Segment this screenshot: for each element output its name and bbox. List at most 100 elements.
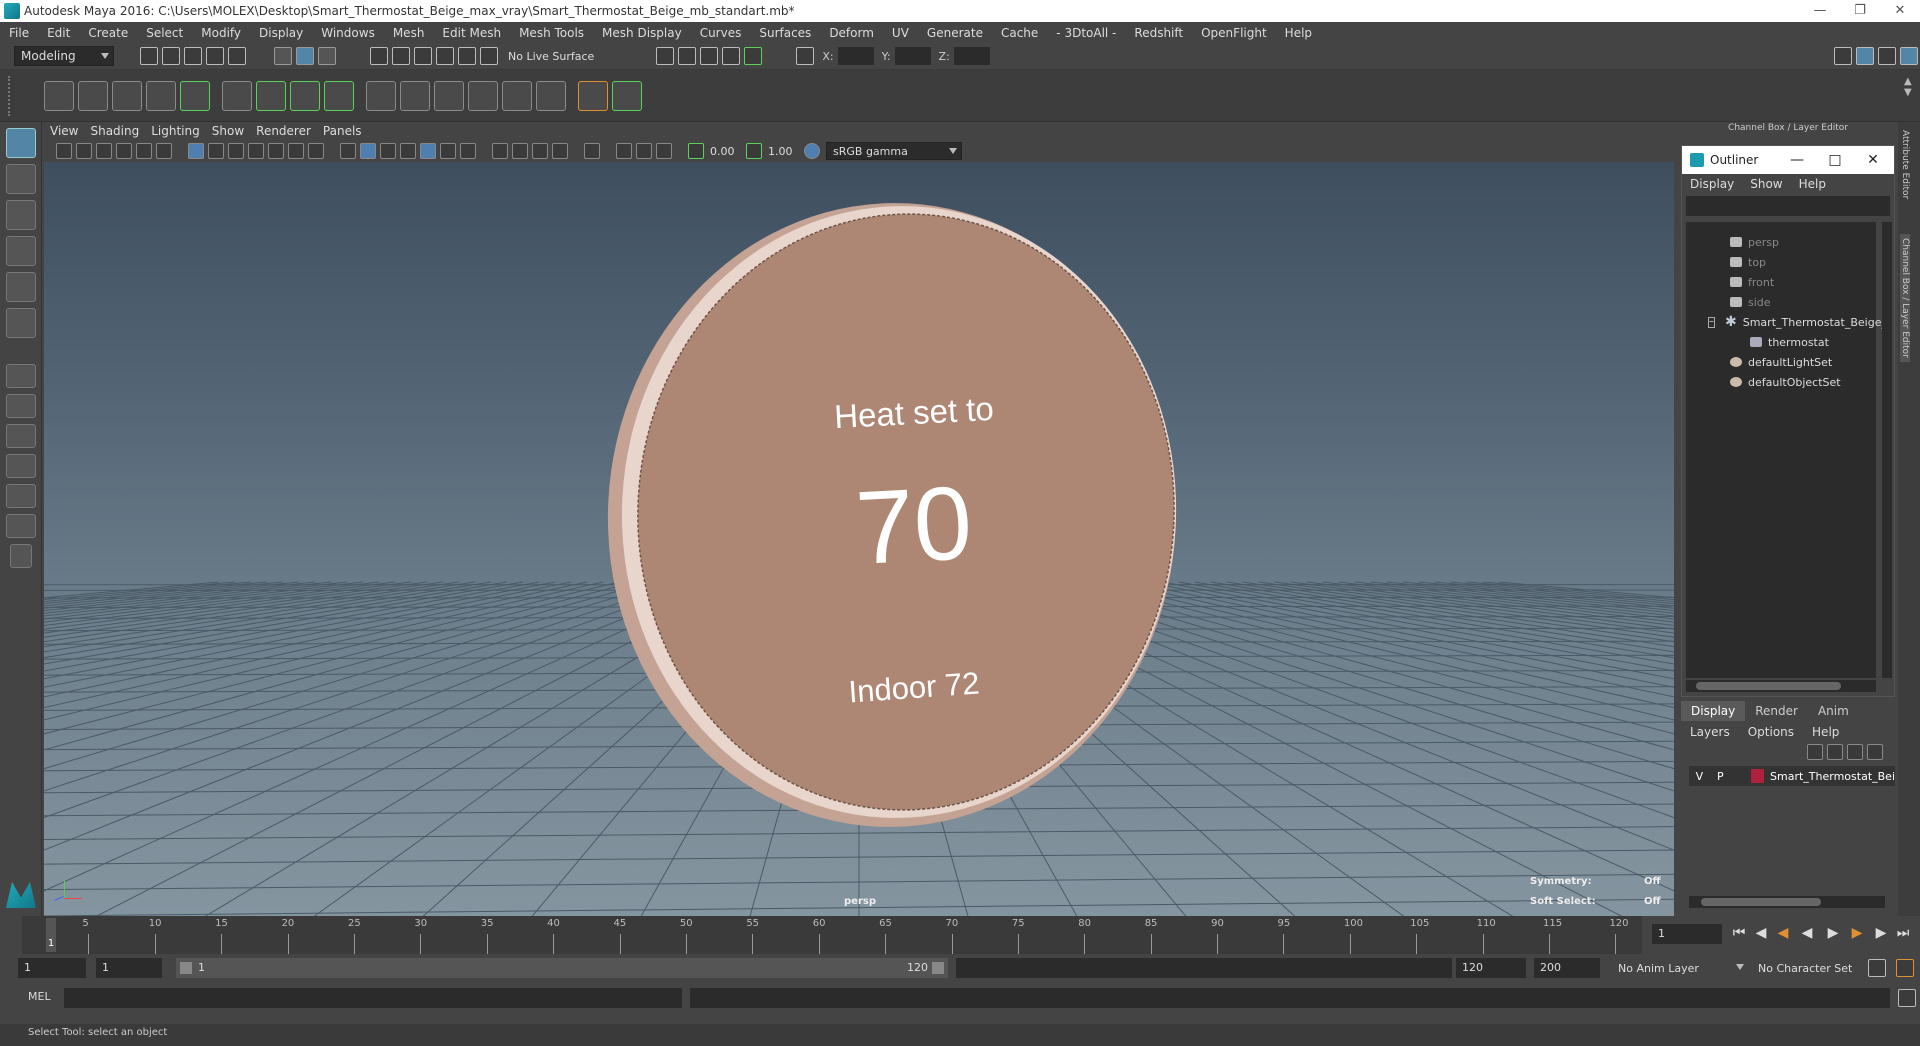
snap-surface-icon[interactable] bbox=[458, 47, 476, 65]
pencil-curve-icon[interactable] bbox=[146, 80, 176, 111]
outliner-item-thermostat[interactable]: thermostat bbox=[1686, 332, 1876, 352]
outliner-vertical-scrollbar[interactable] bbox=[1882, 222, 1892, 678]
command-input[interactable] bbox=[64, 988, 682, 1008]
outliner-maximize-button[interactable]: □ bbox=[1820, 146, 1850, 174]
nurbs-cylinder-icon[interactable] bbox=[324, 80, 354, 111]
depth-of-field-icon[interactable] bbox=[552, 143, 568, 159]
outliner-title-bar[interactable]: Outliner — □ ✕ bbox=[1682, 146, 1894, 174]
safe-title-icon[interactable] bbox=[308, 143, 324, 159]
animation-preferences-icon[interactable] bbox=[1896, 959, 1914, 977]
graph-layout-icon[interactable] bbox=[6, 514, 36, 538]
select-component-icon[interactable] bbox=[318, 47, 336, 65]
layer-color-swatch[interactable] bbox=[1750, 769, 1765, 783]
render-frame-icon[interactable] bbox=[678, 47, 697, 65]
outliner-close-button[interactable]: ✕ bbox=[1858, 146, 1888, 174]
menu-select[interactable]: Select bbox=[137, 26, 192, 40]
multi-cut-icon[interactable] bbox=[536, 80, 566, 111]
menu-surfaces[interactable]: Surfaces bbox=[750, 26, 820, 40]
grid-toggle-icon[interactable] bbox=[188, 143, 204, 159]
exposure-icon[interactable] bbox=[688, 143, 704, 159]
z-field[interactable] bbox=[953, 47, 990, 65]
go-to-end-icon[interactable]: ⏭ bbox=[1896, 926, 1910, 940]
anti-aliasing-icon[interactable] bbox=[532, 143, 548, 159]
xray-joints-icon[interactable] bbox=[656, 143, 672, 159]
maximize-button[interactable]: ❐ bbox=[1840, 0, 1880, 22]
exposure-value[interactable]: 0.00 bbox=[710, 145, 744, 158]
layer-horizontal-scrollbar[interactable] bbox=[1689, 896, 1885, 908]
bevel-icon[interactable] bbox=[434, 80, 464, 111]
menu-3dtoall[interactable]: - 3DtoAll - bbox=[1047, 26, 1125, 40]
step-forward-key-icon[interactable]: ▶ bbox=[1850, 926, 1864, 940]
new-layer-selected-icon[interactable] bbox=[1867, 744, 1883, 760]
scale-tool-icon[interactable] bbox=[6, 308, 36, 338]
character-set-dropdown[interactable]: No Character Set bbox=[1752, 958, 1872, 978]
screen-space-ao-icon[interactable] bbox=[492, 143, 508, 159]
nurbs-plane-icon[interactable] bbox=[222, 80, 252, 111]
menu-windows[interactable]: Windows bbox=[312, 26, 384, 40]
range-end-handle[interactable] bbox=[932, 962, 944, 974]
layer-menu-help[interactable]: Help bbox=[1803, 725, 1848, 739]
film-gate-icon[interactable] bbox=[208, 143, 224, 159]
bookmark-icon[interactable] bbox=[96, 143, 112, 159]
playback-end-field[interactable]: 120 bbox=[1456, 958, 1526, 978]
open-scene-icon[interactable] bbox=[162, 47, 180, 65]
outliner-item-default-object-set[interactable]: defaultObjectSet bbox=[1686, 372, 1876, 392]
viewport-menu-shading[interactable]: Shading bbox=[84, 124, 145, 138]
grease-pencil-icon[interactable] bbox=[156, 143, 172, 159]
scrollbar-thumb[interactable] bbox=[1701, 898, 1821, 906]
layout-menu-icon[interactable] bbox=[10, 544, 32, 568]
perspective-viewport[interactable]: Heat set to 70 Indoor 72 persp Symmetry:… bbox=[44, 162, 1674, 916]
menu-create[interactable]: Create bbox=[79, 26, 137, 40]
menu-mesh-tools[interactable]: Mesh Tools bbox=[510, 26, 593, 40]
layer-row[interactable]: V P Smart_Thermostat_Bei bbox=[1689, 766, 1895, 786]
select-hierarchy-icon[interactable] bbox=[274, 47, 292, 65]
color-management-icon[interactable] bbox=[804, 143, 820, 159]
use-all-lights-icon[interactable] bbox=[440, 143, 456, 159]
viewport-menu-show[interactable]: Show bbox=[206, 124, 250, 138]
viewport-menu-panels[interactable]: Panels bbox=[317, 124, 368, 138]
textured-icon[interactable] bbox=[420, 143, 436, 159]
select-tool-icon[interactable] bbox=[6, 128, 36, 158]
motion-blur-icon[interactable] bbox=[512, 143, 528, 159]
menu-display[interactable]: Display bbox=[250, 26, 312, 40]
menu-file[interactable]: File bbox=[0, 26, 38, 40]
snap-grid-icon[interactable] bbox=[370, 47, 388, 65]
2d-pan-zoom-icon[interactable] bbox=[136, 143, 152, 159]
outliner-menu-help[interactable]: Help bbox=[1791, 177, 1834, 191]
lasso-tool-icon[interactable] bbox=[6, 164, 36, 194]
insert-edge-loop-icon[interactable] bbox=[502, 80, 532, 111]
menu-generate[interactable]: Generate bbox=[918, 26, 992, 40]
minimize-button[interactable]: — bbox=[1800, 0, 1840, 22]
text-tool-icon[interactable] bbox=[180, 80, 210, 111]
safe-action-icon[interactable] bbox=[288, 143, 304, 159]
gate-mask-icon[interactable] bbox=[248, 143, 264, 159]
outliner-minimize-button[interactable]: — bbox=[1782, 146, 1812, 174]
animation-start-field[interactable]: 1 bbox=[18, 958, 86, 978]
current-time-indicator[interactable]: 1 bbox=[46, 918, 56, 952]
range-slider-bar[interactable]: 1 120 bbox=[176, 958, 948, 978]
go-to-start-icon[interactable]: ⏮ bbox=[1732, 926, 1746, 940]
xray-active-icon[interactable] bbox=[636, 143, 652, 159]
menu-openflight[interactable]: OpenFlight bbox=[1192, 26, 1276, 40]
tab-anim[interactable]: Anim bbox=[1808, 701, 1859, 721]
collapse-icon[interactable]: – bbox=[1708, 316, 1715, 328]
tab-render[interactable]: Render bbox=[1745, 701, 1808, 721]
play-backwards-icon[interactable]: ◀ bbox=[1800, 926, 1814, 940]
menu-mesh-display[interactable]: Mesh Display bbox=[593, 26, 691, 40]
freeze-transform-icon[interactable] bbox=[612, 80, 642, 111]
viewport-menu-renderer[interactable]: Renderer bbox=[250, 124, 317, 138]
step-back-frame-icon[interactable]: ◀ bbox=[1754, 926, 1768, 940]
undo-icon[interactable] bbox=[206, 47, 224, 65]
smooth-shade-icon[interactable] bbox=[360, 143, 376, 159]
field-chart-icon[interactable] bbox=[268, 143, 284, 159]
outliner-item-group[interactable]: – ✱ Smart_Thermostat_Beige_r bbox=[1686, 312, 1891, 332]
workspace-dropdown[interactable]: Modeling bbox=[14, 46, 114, 66]
menu-uv[interactable]: UV bbox=[883, 26, 918, 40]
outliner-item-side[interactable]: side bbox=[1686, 292, 1876, 312]
close-button[interactable]: ✕ bbox=[1880, 0, 1920, 22]
attribute-editor-toggle-icon[interactable] bbox=[1900, 47, 1918, 65]
wireframe-on-shaded-icon[interactable] bbox=[400, 143, 416, 159]
channel-box-toggle-icon[interactable] bbox=[1856, 47, 1874, 65]
outliner-item-front[interactable]: front bbox=[1686, 272, 1876, 292]
menu-help[interactable]: Help bbox=[1276, 26, 1321, 40]
